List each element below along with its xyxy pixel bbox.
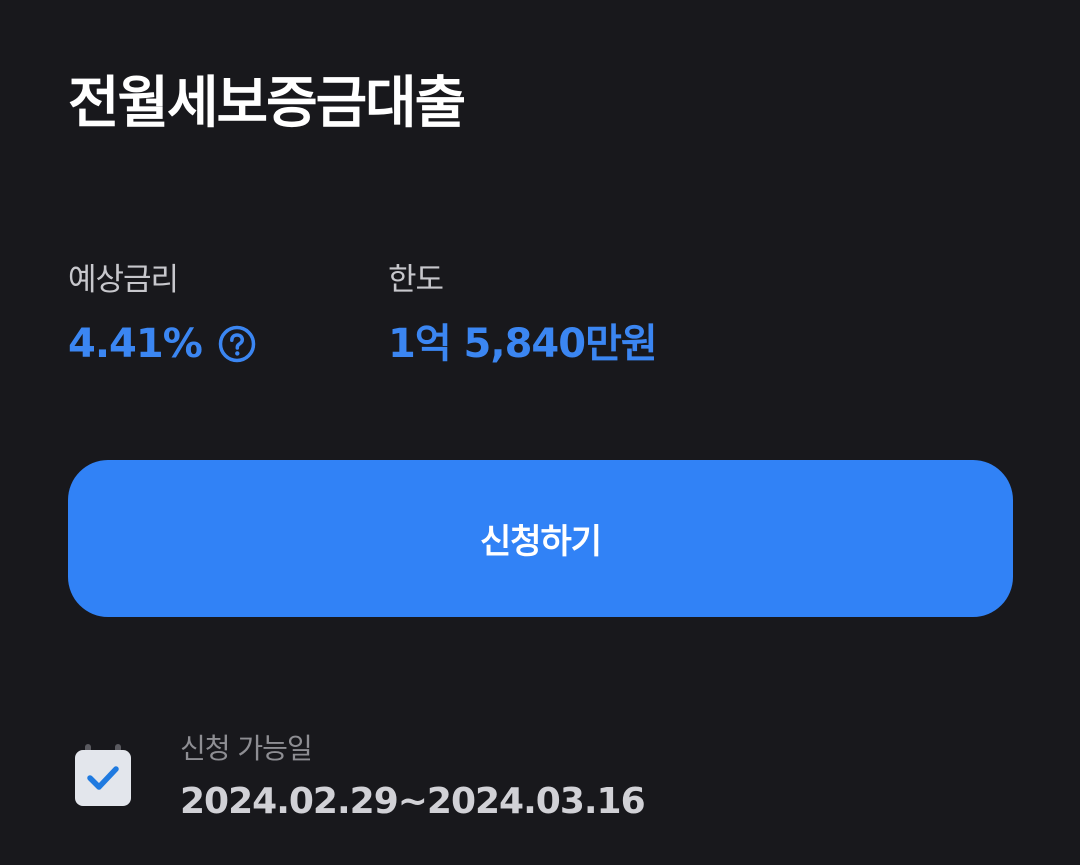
apply-button[interactable]: 신청하기 [68,460,1013,617]
rate-value: 4.41% [68,321,203,367]
rate-value-row: 4.41% [68,318,256,370]
period-label: 신청 가능일 [180,732,313,765]
period-range: 2024.02.29~2024.03.16 [180,781,646,822]
rate-label: 예상금리 [68,262,179,298]
question-circle-icon[interactable] [218,325,256,363]
period-text: 신청 가능일 2024.02.29~2024.03.16 [180,730,646,826]
page-title: 전월세보증금대출 [68,71,466,136]
application-period: 신청 가능일 2024.02.29~2024.03.16 [74,730,646,826]
calendar-check-icon [74,744,132,808]
limit-section: 한도 1억 5,840만원 [388,258,658,370]
limit-value: 1억 5,840만원 [388,321,658,367]
rate-section: 예상금리 4.41% [68,258,256,370]
limit-label: 한도 [388,262,444,298]
